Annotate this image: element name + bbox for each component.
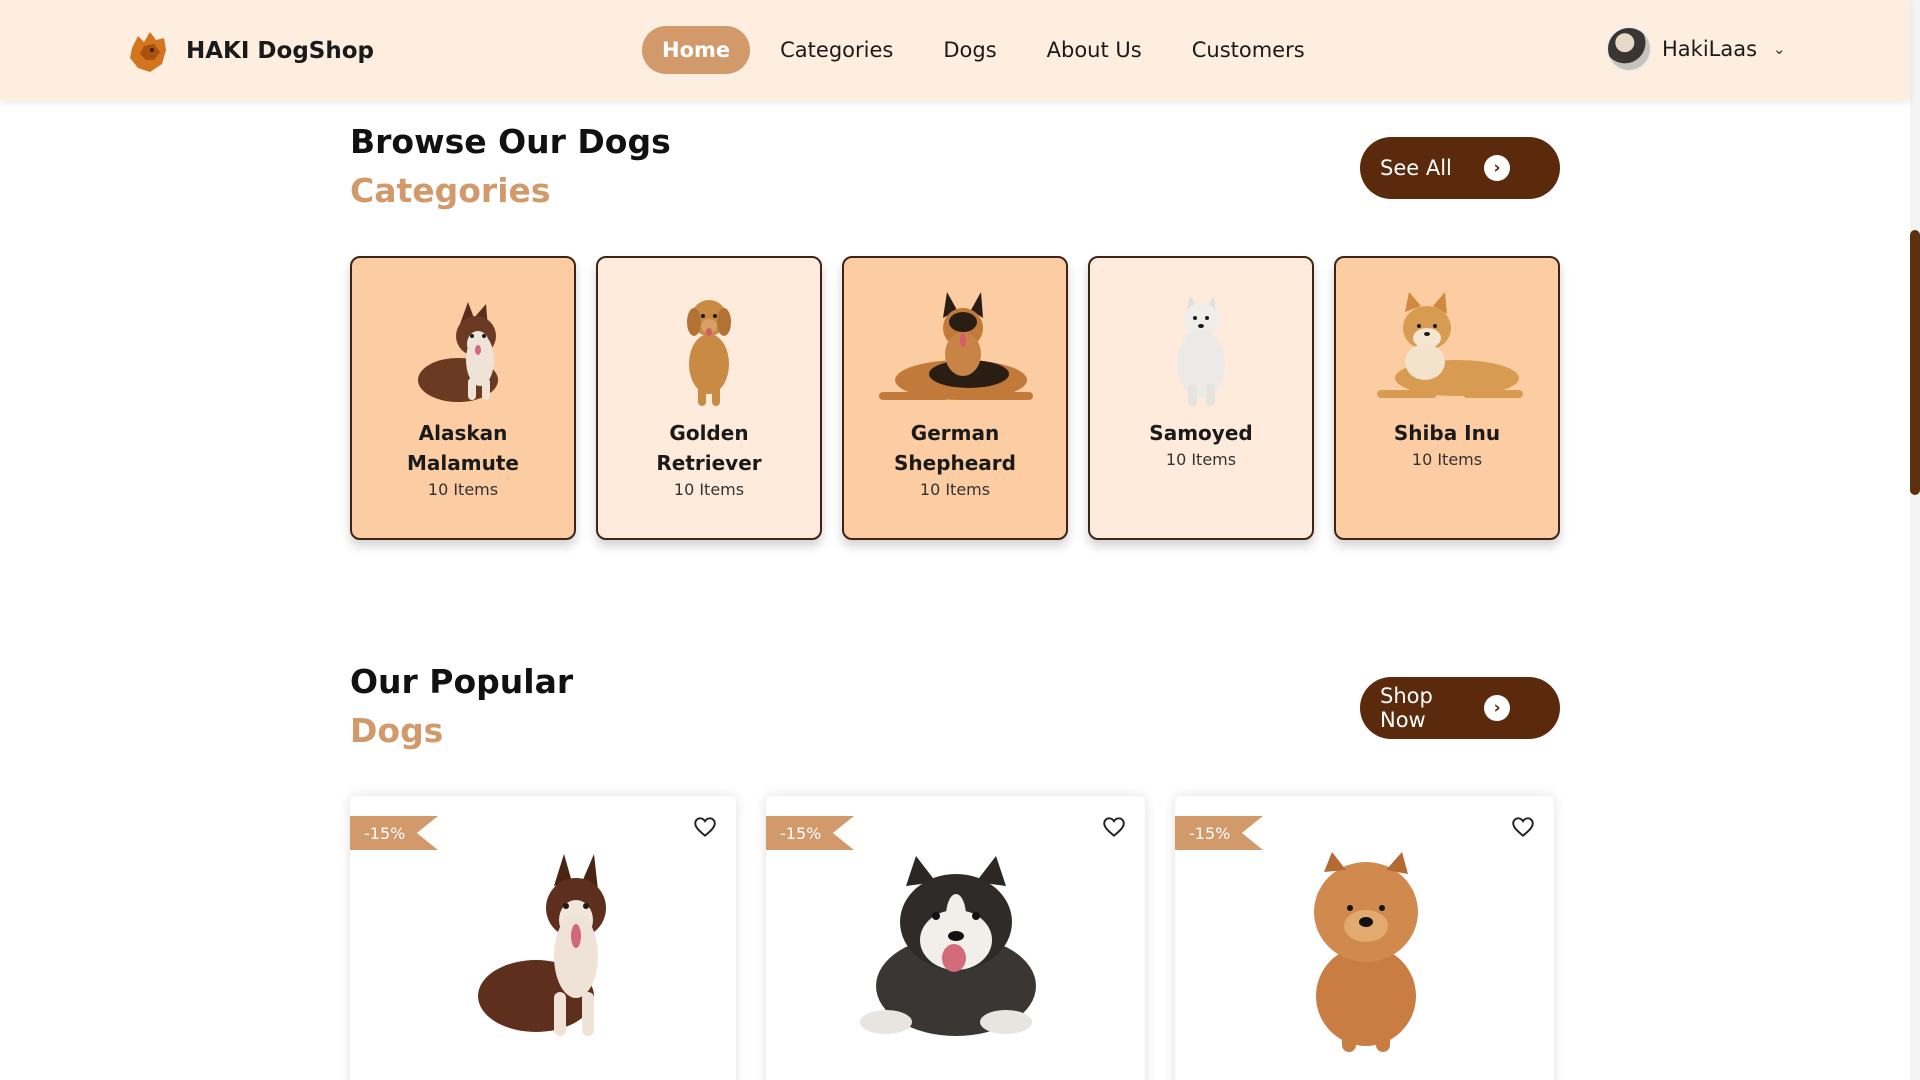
golden-retriever-image	[624, 288, 794, 408]
category-card-german-shepheard[interactable]: German Shepheard 10 Items	[842, 256, 1068, 540]
category-card-alaskan-malamute[interactable]: Alaskan Malamute 10 Items	[350, 256, 576, 540]
alaskan-malamute-image	[350, 846, 736, 1046]
category-count: 10 Items	[427, 480, 499, 499]
arrow-right-icon: ›	[1484, 695, 1510, 721]
heart-icon[interactable]	[1510, 814, 1536, 840]
category-card-golden-retriever[interactable]: Golden Retriever 10 Items	[596, 256, 822, 540]
shop-now-button[interactable]: Shop Now ›	[1360, 677, 1560, 739]
product-card[interactable]: -15%	[350, 796, 736, 1080]
category-name: Shiba Inu	[1393, 421, 1501, 445]
category-name: Alaskan Malamute	[407, 421, 519, 475]
category-count: 10 Items	[919, 480, 991, 499]
product-card[interactable]: -15%	[1175, 796, 1554, 1080]
dog-logo-icon	[130, 32, 166, 72]
shiba-inu-image	[1362, 288, 1532, 408]
category-card-shiba-inu[interactable]: Shiba Inu 10 Items	[1334, 256, 1560, 540]
brand[interactable]: HAKI DogShop	[124, 26, 374, 76]
alaskan-malamute-lying-image	[766, 846, 1145, 1046]
product-card[interactable]: -15%	[766, 796, 1145, 1080]
categories-heading: Browse Our Dogs Categories	[350, 122, 671, 210]
top-navbar: HAKI DogShop Home Categories Dogs About …	[0, 0, 1910, 100]
category-name: German Shepheard	[893, 421, 1016, 475]
nav-customers[interactable]: Customers	[1172, 26, 1325, 74]
scrollbar-thumb[interactable]	[1910, 230, 1920, 495]
category-count: 10 Items	[1411, 450, 1483, 469]
category-count: 10 Items	[1165, 450, 1237, 469]
nav-about-us[interactable]: About Us	[1027, 26, 1162, 74]
see-all-label: See All	[1380, 156, 1452, 180]
discount-badge: -15%	[766, 816, 854, 850]
product-list: -15% -15% -15%	[350, 796, 1554, 1080]
brand-name: HAKI DogShop	[186, 38, 374, 64]
shop-now-label: Shop Now	[1380, 684, 1433, 732]
chow-chow-image	[1175, 846, 1554, 1056]
section-title: Our Popular	[350, 662, 574, 701]
section-title: Browse Our Dogs	[350, 122, 671, 161]
nav-dogs[interactable]: Dogs	[923, 26, 1016, 74]
category-count: 10 Items	[673, 480, 745, 499]
scrollbar[interactable]	[1910, 0, 1920, 1080]
alaskan-malamute-image	[378, 288, 548, 408]
category-name: Samoyed	[1149, 421, 1253, 445]
user-menu[interactable]: HakiLaas ⌄	[1606, 26, 1786, 72]
section-subtitle: Dogs	[350, 711, 444, 750]
main-nav: Home Categories Dogs About Us Customers	[642, 26, 1335, 74]
discount-badge: -15%	[350, 816, 438, 850]
german-shepheard-image	[870, 288, 1040, 408]
samoyed-image	[1116, 288, 1286, 408]
heart-icon[interactable]	[692, 814, 718, 840]
chevron-down-icon[interactable]: ⌄	[1773, 40, 1786, 58]
user-name: HakiLaas	[1662, 37, 1758, 61]
avatar[interactable]	[1606, 26, 1652, 72]
popular-heading: Our Popular Dogs	[350, 662, 573, 750]
category-card-samoyed[interactable]: Samoyed 10 Items	[1088, 256, 1314, 540]
heart-icon[interactable]	[1101, 814, 1127, 840]
see-all-button[interactable]: See All ›	[1360, 137, 1560, 199]
section-subtitle: Categories	[350, 171, 551, 210]
discount-badge: -15%	[1175, 816, 1263, 850]
category-list: Alaskan Malamute 10 Items Golden Retriev…	[350, 256, 1560, 540]
nav-home[interactable]: Home	[642, 26, 751, 74]
category-name: Golden Retriever	[656, 421, 762, 475]
arrow-right-icon: ›	[1484, 155, 1510, 181]
nav-categories[interactable]: Categories	[760, 26, 913, 74]
